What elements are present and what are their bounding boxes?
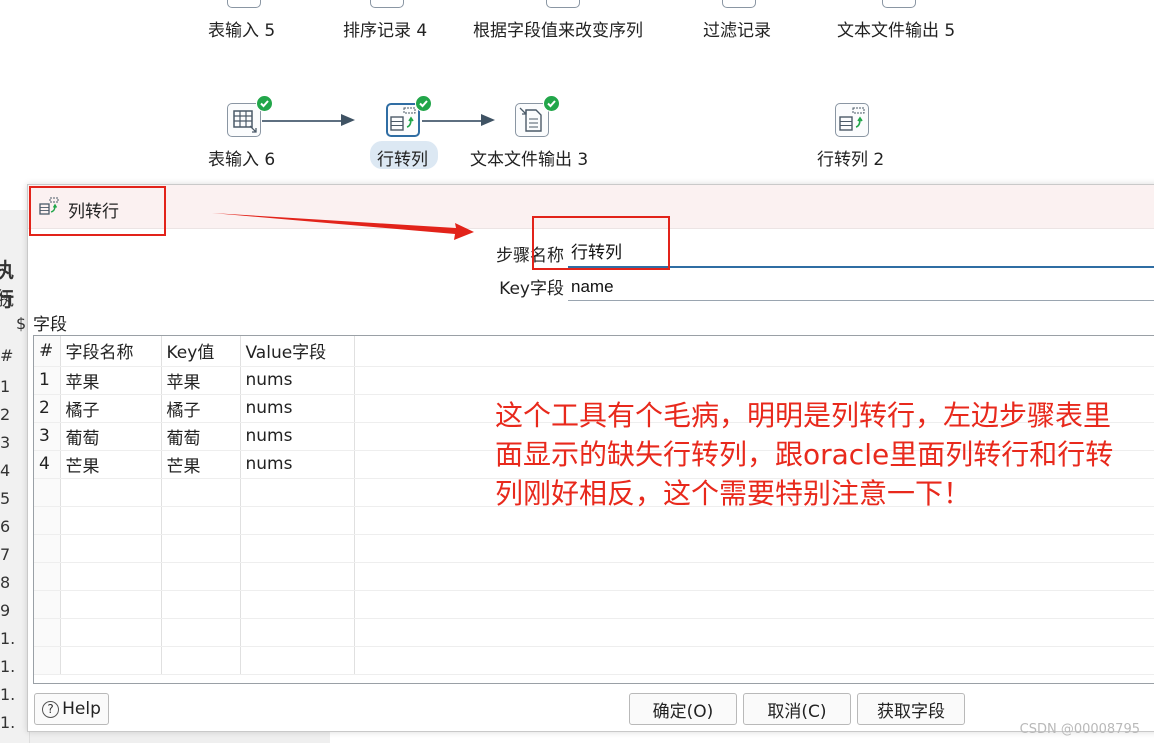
table-row-empty[interactable]: [34, 534, 1154, 563]
cell-key-value[interactable]: 葡萄: [161, 422, 241, 451]
success-check-icon: [543, 95, 560, 112]
column-header-value-field[interactable]: Value字段: [240, 336, 355, 367]
background-fragment: 1.: [0, 713, 16, 732]
cell-field-name[interactable]: 橘子: [60, 394, 162, 423]
step-label-sort-rows-4[interactable]: 排序记录 4: [343, 16, 427, 41]
cell-value-field[interactable]: nums: [240, 366, 355, 395]
background-fragment: 3: [0, 433, 11, 452]
background-fragment: 8: [0, 573, 11, 592]
help-button-label: Help: [62, 699, 101, 719]
annotation-highlight-box: [29, 186, 166, 236]
table-row[interactable]: 1 苹果 苹果 nums: [34, 366, 1154, 395]
step-icon-text-output-5[interactable]: [882, 0, 916, 8]
step-icon-filter-rows[interactable]: [722, 0, 756, 8]
cell-field-name[interactable]: 苹果: [60, 366, 162, 395]
table-input-icon[interactable]: [227, 103, 261, 137]
row-index[interactable]: 3: [34, 422, 61, 451]
step-label-row-to-column[interactable]: 行转列: [377, 145, 428, 170]
key-field-input[interactable]: [568, 273, 1154, 301]
row-index[interactable]: 4: [34, 450, 61, 479]
hop-arrow-icon: [341, 114, 355, 126]
row-index[interactable]: 2: [34, 394, 61, 423]
step-label-table-input-5[interactable]: 表输入 5: [208, 16, 275, 41]
cancel-button[interactable]: 取消(C): [743, 693, 851, 725]
row-to-column-icon[interactable]: [835, 103, 869, 137]
background-fragment: 5: [0, 489, 11, 508]
ok-button[interactable]: 确定(O): [629, 693, 737, 725]
annotation-highlight-box: [532, 216, 670, 270]
cell-field-name[interactable]: 芒果: [60, 450, 162, 479]
step-label-row-to-column-2[interactable]: 行转列 2: [817, 145, 884, 170]
step-label-value-mapper[interactable]: 根据字段值来改变序列: [473, 16, 643, 41]
step-label-text-output-5[interactable]: 文本文件输出 5: [837, 16, 955, 41]
cell-field-name[interactable]: 葡萄: [60, 422, 162, 451]
background-fragment: 1.: [0, 657, 16, 676]
cell-value-field[interactable]: nums: [240, 450, 355, 479]
fields-section-label: 字段: [33, 315, 67, 335]
background-fragment: 1.: [0, 629, 16, 648]
step-icon-sort-rows-4[interactable]: [370, 0, 404, 8]
background-fragment: 2: [0, 405, 11, 424]
step-icon-value-mapper[interactable]: [546, 0, 580, 8]
help-button[interactable]: ? Help: [34, 693, 109, 725]
table-row-empty[interactable]: [34, 646, 1154, 675]
cell-key-value[interactable]: 苹果: [161, 366, 241, 395]
cell-value-field[interactable]: nums: [240, 422, 355, 451]
watermark: CSDN @00008795: [1019, 722, 1140, 737]
background-fragment: 6: [0, 517, 11, 536]
row-to-column-icon[interactable]: [386, 103, 420, 137]
cell-value-field[interactable]: nums: [240, 394, 355, 423]
background-log-panel: 执行 执 $ # 1 2 3 4 5 6 7 8 9 1. 1. 1. 1.: [0, 210, 30, 743]
help-icon: ?: [42, 700, 60, 718]
step-label-filter-rows[interactable]: 过滤记录: [703, 16, 771, 41]
table-header-row: # 字段名称 Key值 Value字段: [34, 336, 1154, 367]
step-label-text-output-3[interactable]: 文本文件输出 3: [470, 145, 588, 170]
column-header-field-name[interactable]: 字段名称: [60, 336, 162, 367]
step-icon-table-input-5[interactable]: [227, 0, 261, 8]
success-check-icon: [256, 95, 273, 112]
hop-arrow-icon: [481, 114, 495, 126]
hop-line[interactable]: [422, 120, 484, 122]
row-index[interactable]: 1: [34, 366, 61, 395]
column-header-empty: [354, 336, 1154, 367]
annotation-note: 这个工具有个毛病，明明是列转行，左边步骤表里面显示的缺失行转列，跟oracle里…: [495, 399, 1114, 510]
column-header-key-value[interactable]: Key值: [161, 336, 241, 367]
background-fragment: 1.: [0, 685, 16, 704]
cell-key-value[interactable]: 芒果: [161, 450, 241, 479]
cell-key-value[interactable]: 橘子: [161, 394, 241, 423]
transformation-canvas[interactable]: 表输入 5 排序记录 4 根据字段值来改变序列 过滤记录 文本文件输出 5 表输…: [0, 0, 1154, 190]
background-fragment: #: [0, 346, 14, 365]
cell-empty: [354, 366, 1154, 395]
table-row-empty[interactable]: [34, 618, 1154, 647]
table-row-empty[interactable]: [34, 562, 1154, 591]
success-check-icon: [415, 95, 432, 112]
get-fields-button[interactable]: 获取字段: [857, 693, 965, 725]
background-fragment: $: [16, 314, 27, 333]
background-fragment: 9: [0, 601, 11, 620]
key-field-label: Key字段: [499, 279, 564, 299]
background-fragment: 执: [0, 290, 15, 309]
hop-line[interactable]: [262, 120, 344, 122]
table-row-empty[interactable]: [34, 590, 1154, 619]
background-fragment: 1: [0, 377, 11, 396]
step-label-table-input-6[interactable]: 表输入 6: [208, 145, 275, 170]
background-fragment: 7: [0, 545, 11, 564]
background-fragment: 4: [0, 461, 11, 480]
column-header-index[interactable]: #: [34, 336, 61, 367]
